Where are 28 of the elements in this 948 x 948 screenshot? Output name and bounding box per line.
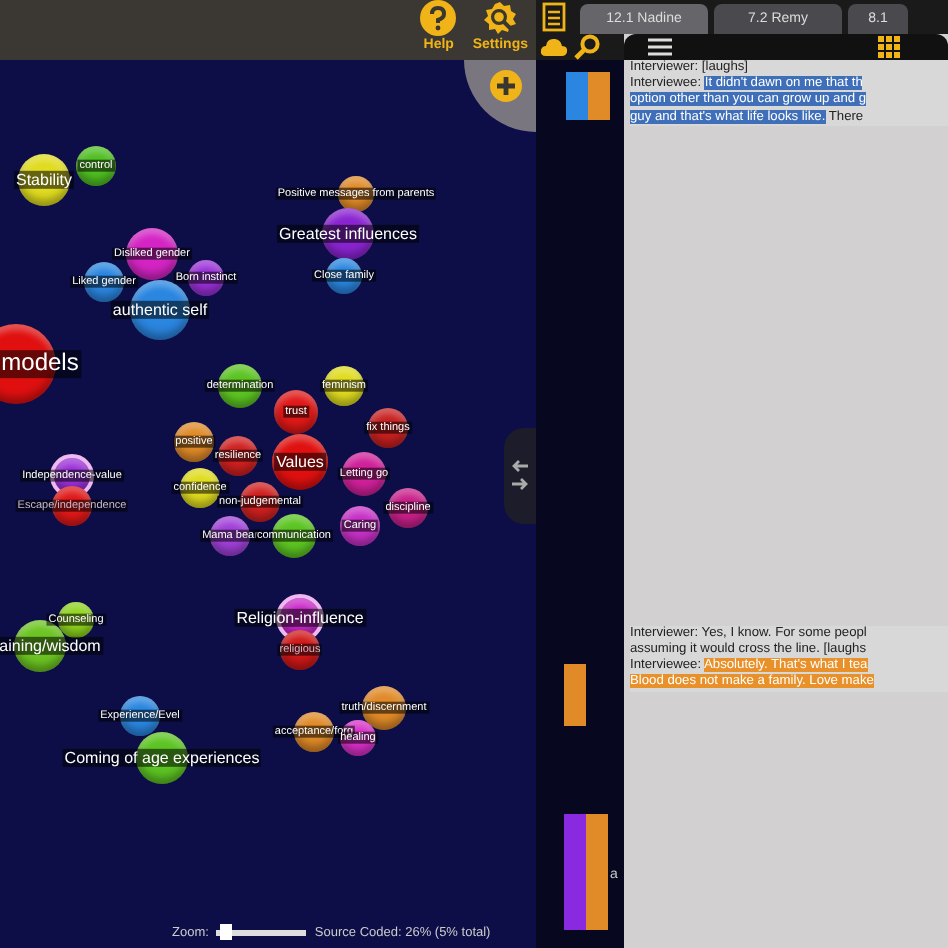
node-bubble[interactable]: [174, 422, 214, 462]
node-label: Religion-influence: [234, 608, 366, 628]
node-label: authentic self: [110, 300, 210, 320]
node-bubble[interactable]: [324, 366, 364, 406]
node-bubble[interactable]: [342, 452, 386, 496]
node-bubble[interactable]: [218, 436, 258, 476]
node-label: Stability: [14, 170, 74, 190]
node-bubble[interactable]: [272, 434, 328, 490]
plus-icon: [490, 70, 522, 102]
node-label: Values: [274, 452, 326, 472]
menu-icon[interactable]: [648, 38, 672, 56]
node-bubble[interactable]: [280, 630, 320, 670]
search-icon[interactable]: [574, 34, 600, 60]
node-bubble[interactable]: [274, 390, 318, 434]
document-icon[interactable]: [542, 2, 566, 32]
zoom-slider[interactable]: [216, 930, 307, 936]
grid-icon[interactable]: [878, 36, 900, 58]
node-bubble[interactable]: [76, 146, 116, 186]
node-bubble[interactable]: [388, 488, 428, 528]
node-label: models: [0, 350, 81, 378]
node-label: Coming of age experiences: [62, 748, 262, 768]
node-bubble[interactable]: [18, 154, 70, 206]
node-label: aining/wisdom: [0, 636, 103, 656]
cloud-icon[interactable]: [540, 36, 568, 58]
panel-toggle-button[interactable]: [504, 428, 536, 524]
node-label: Greatest influences: [277, 224, 419, 244]
node-bubble[interactable]: [340, 506, 380, 546]
node-bubble[interactable]: [368, 408, 408, 448]
